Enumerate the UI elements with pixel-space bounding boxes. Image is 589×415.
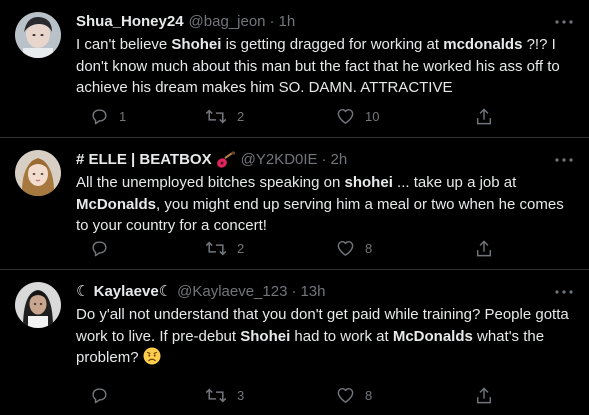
tweet-text: I can't believe Shohei is getting dragge…	[76, 36, 560, 96]
separator: ·	[269, 13, 275, 30]
user-handle[interactable]: @bag_jeon	[189, 12, 266, 32]
tweet-header: Shua_Honey24 @bag_jeon · 1h	[76, 12, 573, 32]
retweet-count: 2	[237, 108, 245, 124]
avatar[interactable]	[15, 282, 61, 328]
display-name[interactable]: # ELLE | BEATBOX	[76, 150, 212, 170]
tweet[interactable]: # ELLE | BEATBOX @Y2KD0IE · 2h All the u…	[0, 138, 589, 270]
retweet-icon	[205, 240, 227, 256]
user-handle[interactable]: @Y2KD0IE	[241, 150, 318, 170]
tweet[interactable]: Shua_Honey24 @bag_jeon · 1h I can't beli…	[0, 0, 589, 138]
reply-button[interactable]: 1	[90, 104, 126, 128]
more-options-icon[interactable]	[553, 12, 575, 32]
tweet-header: # ELLE | BEATBOX @Y2KD0IE · 2h	[76, 150, 573, 170]
reply-icon	[92, 240, 107, 256]
share-button[interactable]	[475, 104, 493, 128]
timestamp[interactable]: 2h	[331, 150, 348, 170]
like-button[interactable]: 10	[336, 104, 379, 128]
reply-icon	[92, 108, 107, 124]
like-button[interactable]: 8	[336, 383, 372, 407]
like-count: 8	[365, 387, 373, 403]
tweet[interactable]: ☾ Kaylaeve☾ @Kaylaeve_123 · 13h Do y'all…	[0, 270, 589, 415]
reply-count: 1	[119, 108, 127, 124]
avatar[interactable]	[15, 12, 61, 58]
heart-icon	[337, 240, 354, 256]
retweet-button[interactable]: 2	[205, 104, 244, 128]
separator: ·	[291, 283, 297, 300]
guitar-icon	[216, 151, 236, 169]
tweet-header: ☾ Kaylaeve☾ @Kaylaeve_123 · 13h	[76, 282, 573, 302]
retweet-count: 2	[237, 240, 245, 256]
more-options-icon[interactable]	[553, 282, 575, 302]
retweet-button[interactable]: 3	[205, 383, 244, 407]
avatar[interactable]	[15, 150, 61, 196]
timestamp[interactable]: 1h	[279, 12, 296, 32]
worried-face-icon	[143, 347, 161, 372]
more-options-icon[interactable]	[553, 150, 575, 170]
like-button[interactable]: 8	[336, 236, 372, 260]
retweet-icon	[205, 108, 227, 124]
separator: ·	[321, 151, 327, 168]
share-button[interactable]	[475, 236, 493, 260]
display-name[interactable]: Shua_Honey24	[76, 12, 184, 32]
timestamp[interactable]: 13h	[300, 282, 325, 302]
display-name[interactable]: ☾ Kaylaeve☾	[76, 282, 172, 302]
reply-button[interactable]	[90, 383, 119, 407]
share-icon	[476, 386, 492, 403]
tweet-actions: 3 8	[70, 383, 589, 407]
tweet-actions: 2 8	[70, 236, 589, 260]
reply-button[interactable]	[90, 236, 119, 260]
like-count: 10	[365, 108, 380, 124]
reply-icon	[92, 387, 107, 403]
share-icon	[476, 239, 492, 256]
share-icon	[476, 107, 492, 124]
tweet-actions: 1 2 10	[70, 104, 589, 128]
tweet-text: Do y'all not understand that you don't g…	[76, 304, 576, 372]
share-button[interactable]	[475, 383, 493, 407]
heart-icon	[337, 108, 354, 124]
user-handle[interactable]: @Kaylaeve_123	[177, 282, 287, 302]
retweet-icon	[205, 387, 227, 403]
tweet-text: All the unemployed bitches speaking on s…	[76, 174, 564, 234]
retweet-button[interactable]: 2	[205, 236, 244, 260]
retweet-count: 3	[237, 387, 245, 403]
heart-icon	[337, 387, 354, 403]
like-count: 8	[365, 240, 373, 256]
